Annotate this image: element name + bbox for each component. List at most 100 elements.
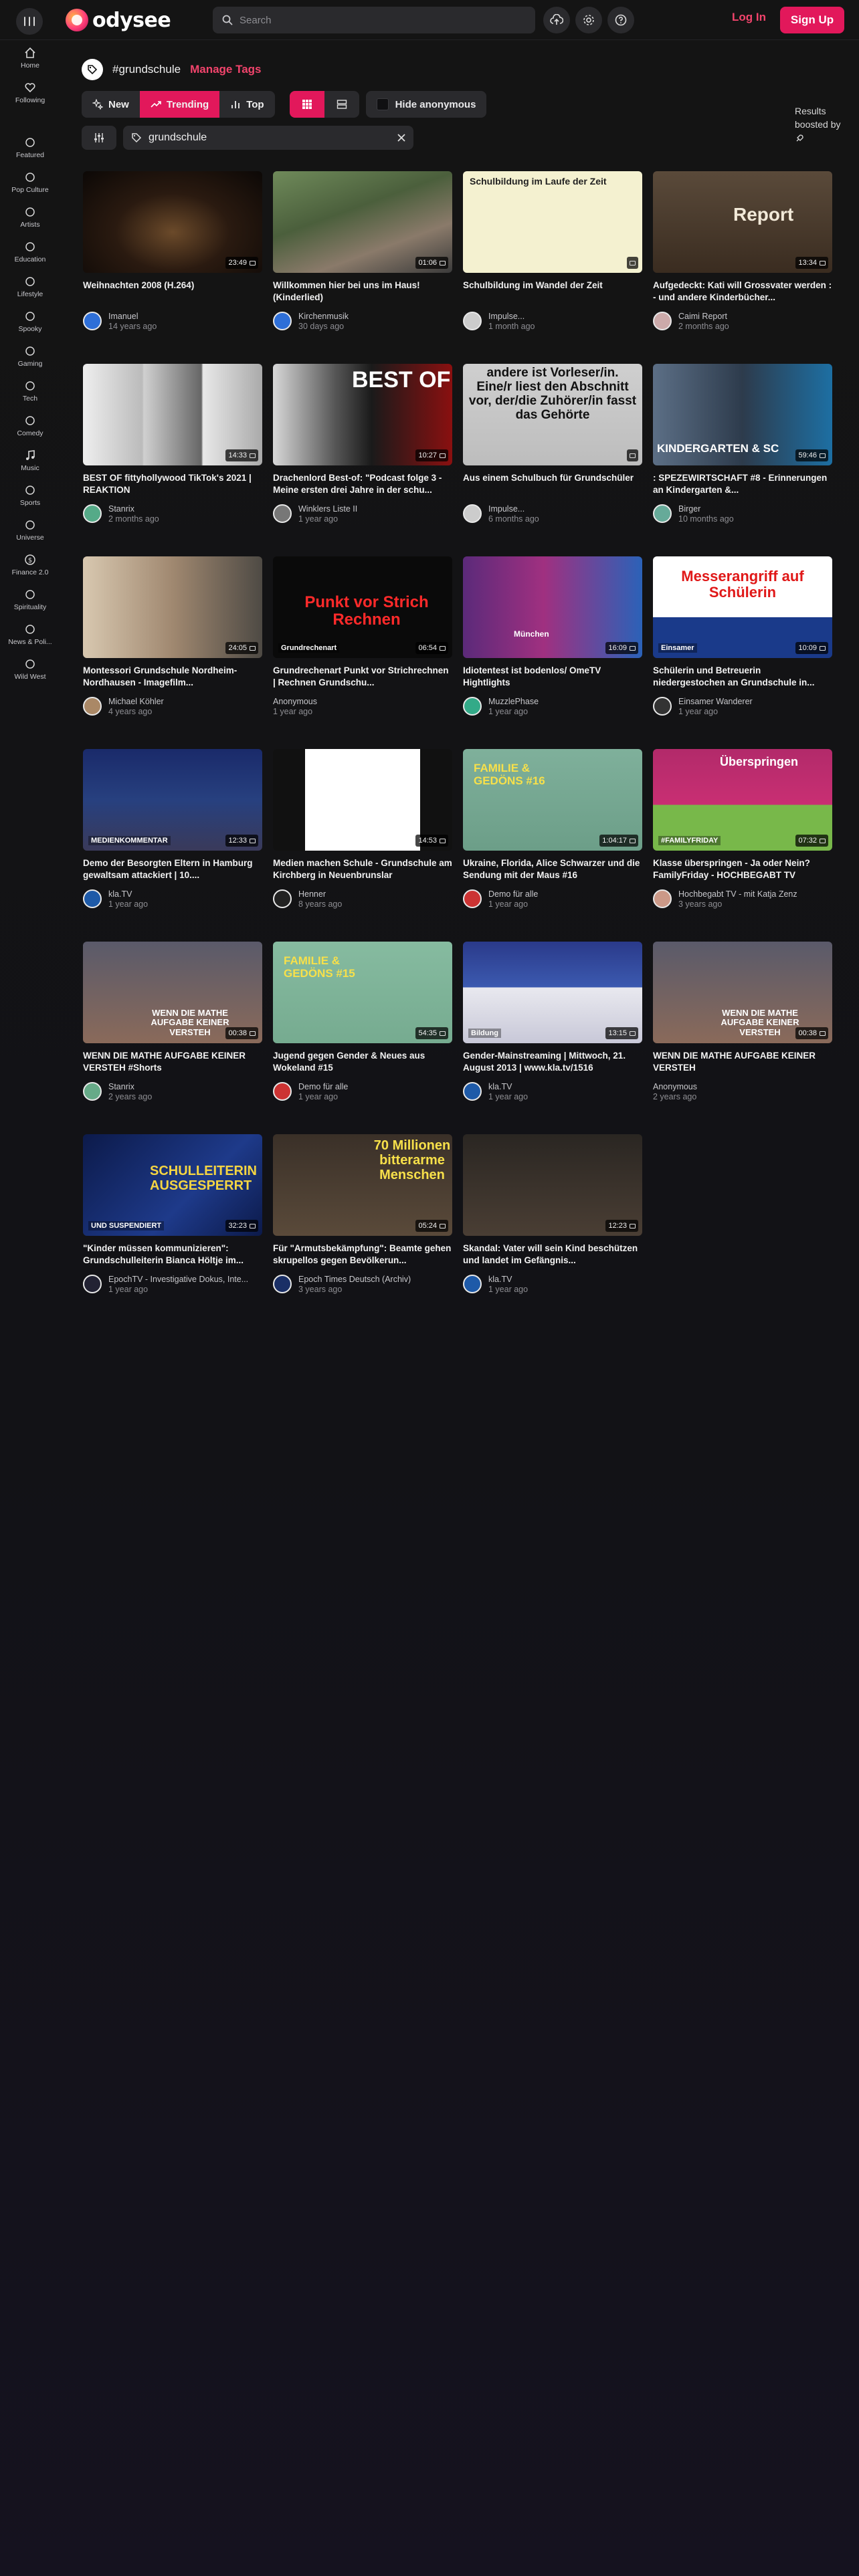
channel-name[interactable]: Kirchenmusik (298, 312, 349, 322)
video-thumbnail[interactable]: Bildung 13:15 (463, 942, 642, 1043)
channel-name[interactable]: Birger (678, 504, 734, 514)
channel-name[interactable]: Imanuel (108, 312, 157, 322)
channel-avatar[interactable] (273, 1275, 292, 1293)
sort-new-button[interactable]: New (82, 91, 140, 118)
video-title[interactable]: WENN DIE MATHE AUFGABE KEINER VERSTEH (653, 1050, 832, 1074)
video-title[interactable]: Skandal: Vater will sein Kind beschützen… (463, 1243, 642, 1267)
sort-trending-button[interactable]: Trending (139, 91, 220, 118)
video-title[interactable]: Grundrechenart Punkt vor Strichrechnen |… (273, 665, 452, 689)
channel-name[interactable]: Stanrix (108, 504, 159, 514)
channel-avatar[interactable] (273, 1082, 292, 1101)
video-card[interactable]: Schulbildung im Laufe der Zeit Schulbildu… (463, 171, 642, 332)
channel-avatar[interactable] (83, 1082, 102, 1101)
channel-name[interactable]: Epoch Times Deutsch (Archiv) (298, 1275, 411, 1285)
help-button[interactable] (607, 7, 634, 33)
video-card[interactable]: 24:05 Montessori Grundschule Nordheim-Nor… (83, 556, 262, 717)
channel-name[interactable]: kla.TV (488, 1082, 528, 1092)
channel-avatar[interactable] (83, 504, 102, 523)
sidebar-item-sports[interactable]: Sports (0, 484, 60, 507)
sidebar-item-following[interactable]: Following (0, 82, 60, 104)
grid-view-button[interactable] (289, 91, 324, 118)
login-link[interactable]: Log In (732, 11, 766, 24)
video-title[interactable]: WENN DIE MATHE AUFGABE KEINER VERSTEH #S… (83, 1050, 262, 1074)
close-icon[interactable] (397, 134, 405, 142)
channel-avatar[interactable] (653, 312, 672, 330)
channel-avatar[interactable] (463, 697, 482, 716)
sidebar-item-tech[interactable]: Tech (0, 380, 60, 403)
video-title[interactable]: Klasse überspringen - Ja oder Nein? Fami… (653, 857, 832, 881)
channel-avatar[interactable] (463, 1275, 482, 1293)
video-card[interactable]: andere ist Vorleser/in. Eine/r liest den… (463, 364, 642, 524)
sidebar-item-spooky[interactable]: Spooky (0, 310, 60, 333)
channel-avatar[interactable] (653, 889, 672, 908)
channel-name[interactable]: Winklers Liste II (298, 504, 357, 514)
video-card[interactable]: BEST OF 10:27 Drachenlord Best-of: "Podcas… (273, 364, 452, 524)
search-bar[interactable] (213, 7, 535, 33)
upload-button[interactable] (543, 7, 570, 33)
video-title[interactable]: Aus einem Schulbuch für Grundschüler (463, 472, 642, 496)
video-title[interactable]: Montessori Grundschule Nordheim-Nordhaus… (83, 665, 262, 689)
channel-name[interactable]: Caimi Report (678, 312, 729, 322)
channel-name[interactable]: Stanrix (108, 1082, 152, 1092)
search-input[interactable] (240, 14, 520, 26)
video-thumbnail[interactable]: 14:53 (273, 749, 452, 851)
channel-avatar[interactable] (653, 504, 672, 523)
sidebar-item-lifestyle[interactable]: Lifestyle (0, 276, 60, 298)
video-title[interactable]: Ukraine, Florida, Alice Schwarzer und di… (463, 857, 642, 881)
video-thumbnail[interactable]: MEDIENKOMMENTAR 12:33 (83, 749, 262, 851)
sidebar-item-universe[interactable]: Universe (0, 519, 60, 542)
video-thumbnail[interactable]: KINDERGARTEN & SC 59:46 (653, 364, 832, 465)
video-title[interactable]: Schulbildung im Wandel der Zeit (463, 280, 642, 304)
video-thumbnail[interactable]: Messerangriff auf Schülerin Einsamer 10:09 (653, 556, 832, 658)
sidebar-item-artists[interactable]: Artists (0, 206, 60, 229)
hide-anonymous-toggle[interactable]: Hide anonymous (365, 91, 487, 118)
channel-name[interactable]: kla.TV (488, 1275, 528, 1285)
video-card[interactable]: Überspringen #FAMILYFRIDAY 07:32 Klasse übe… (653, 749, 832, 909)
video-title[interactable]: : SPEZEWIRTSCHAFT #8 - Erinnerungen an K… (653, 472, 832, 496)
video-card[interactable]: 14:33 BEST OF fittyhollywood TikTok's 202… (83, 364, 262, 524)
video-thumbnail[interactable]: Schulbildung im Laufe der Zeit (463, 171, 642, 273)
sidebar-item-education[interactable]: Education (0, 241, 60, 263)
channel-avatar[interactable] (273, 889, 292, 908)
channel-avatar[interactable] (653, 697, 672, 716)
hide-anonymous-checkbox[interactable] (376, 98, 389, 110)
list-view-button[interactable] (324, 91, 359, 118)
sidebar-item-home[interactable]: Home (0, 47, 60, 70)
channel-name[interactable]: Impulse... (488, 504, 539, 514)
video-thumbnail[interactable]: Report 13:34 (653, 171, 832, 273)
video-thumbnail[interactable]: 01:06 (273, 171, 452, 273)
video-title[interactable]: Medien machen Schule - Grundschule am Ki… (273, 857, 452, 881)
tag-search-input[interactable] (149, 132, 391, 144)
video-thumbnail[interactable]: Punkt vor Strich Rechnen Grundrechenart 06… (273, 556, 452, 658)
video-card[interactable]: FAMILIE & GEDÖNS #15 54:35 Jugend gegen Ge… (273, 942, 452, 1102)
video-card[interactable]: 70 Millionen bitterarme Menschen 05:24 Für… (273, 1134, 452, 1295)
channel-avatar[interactable] (463, 1082, 482, 1101)
sidebar-item-wild-west[interactable]: Wild West (0, 658, 60, 681)
channel-name[interactable]: Demo für alle (298, 1082, 348, 1092)
filter-options-button[interactable] (82, 126, 116, 150)
video-title[interactable]: Willkommen hier bei uns im Haus! (Kinder… (273, 280, 452, 304)
video-card[interactable]: München 16:09 Idiotentest ist bodenlos/ Om… (463, 556, 642, 717)
channel-name[interactable]: kla.TV (108, 889, 148, 899)
video-card[interactable]: 14:53 Medien machen Schule - Grundschule … (273, 749, 452, 909)
channel-avatar[interactable] (273, 504, 292, 523)
channel-name[interactable]: Anonymous (273, 697, 317, 707)
channel-name[interactable]: Einsamer Wanderer (678, 697, 753, 707)
video-thumbnail[interactable]: WENN DIE MATHE AUFGABE KEINER VERSTEH 00:… (653, 942, 832, 1043)
channel-name[interactable]: Anonymous (653, 1082, 697, 1092)
sidebar-item-featured[interactable]: Featured (0, 136, 60, 159)
sidebar-item-music[interactable]: Music (0, 449, 60, 472)
channel-avatar[interactable] (463, 889, 482, 908)
video-card[interactable]: 01:06 Willkommen hier bei uns im Haus! (K… (273, 171, 452, 332)
video-card[interactable]: Messerangriff auf Schülerin Einsamer 10:09… (653, 556, 832, 717)
video-card[interactable]: Punkt vor Strich Rechnen Grundrechenart 06… (273, 556, 452, 717)
menu-button[interactable] (16, 8, 43, 35)
video-title[interactable]: Schülerin und Betreuerin niedergestochen… (653, 665, 832, 689)
video-title[interactable]: Jugend gegen Gender & Neues aus Wokeland… (273, 1050, 452, 1074)
video-thumbnail[interactable]: BEST OF 10:27 (273, 364, 452, 465)
video-card[interactable]: WENN DIE MATHE AUFGABE KEINER VERSTEH 00:… (83, 942, 262, 1102)
sidebar-item-gaming[interactable]: Gaming (0, 345, 60, 368)
channel-avatar[interactable] (83, 1275, 102, 1293)
channel-avatar[interactable] (463, 504, 482, 523)
video-thumbnail[interactable]: 12:23 (463, 1134, 642, 1236)
